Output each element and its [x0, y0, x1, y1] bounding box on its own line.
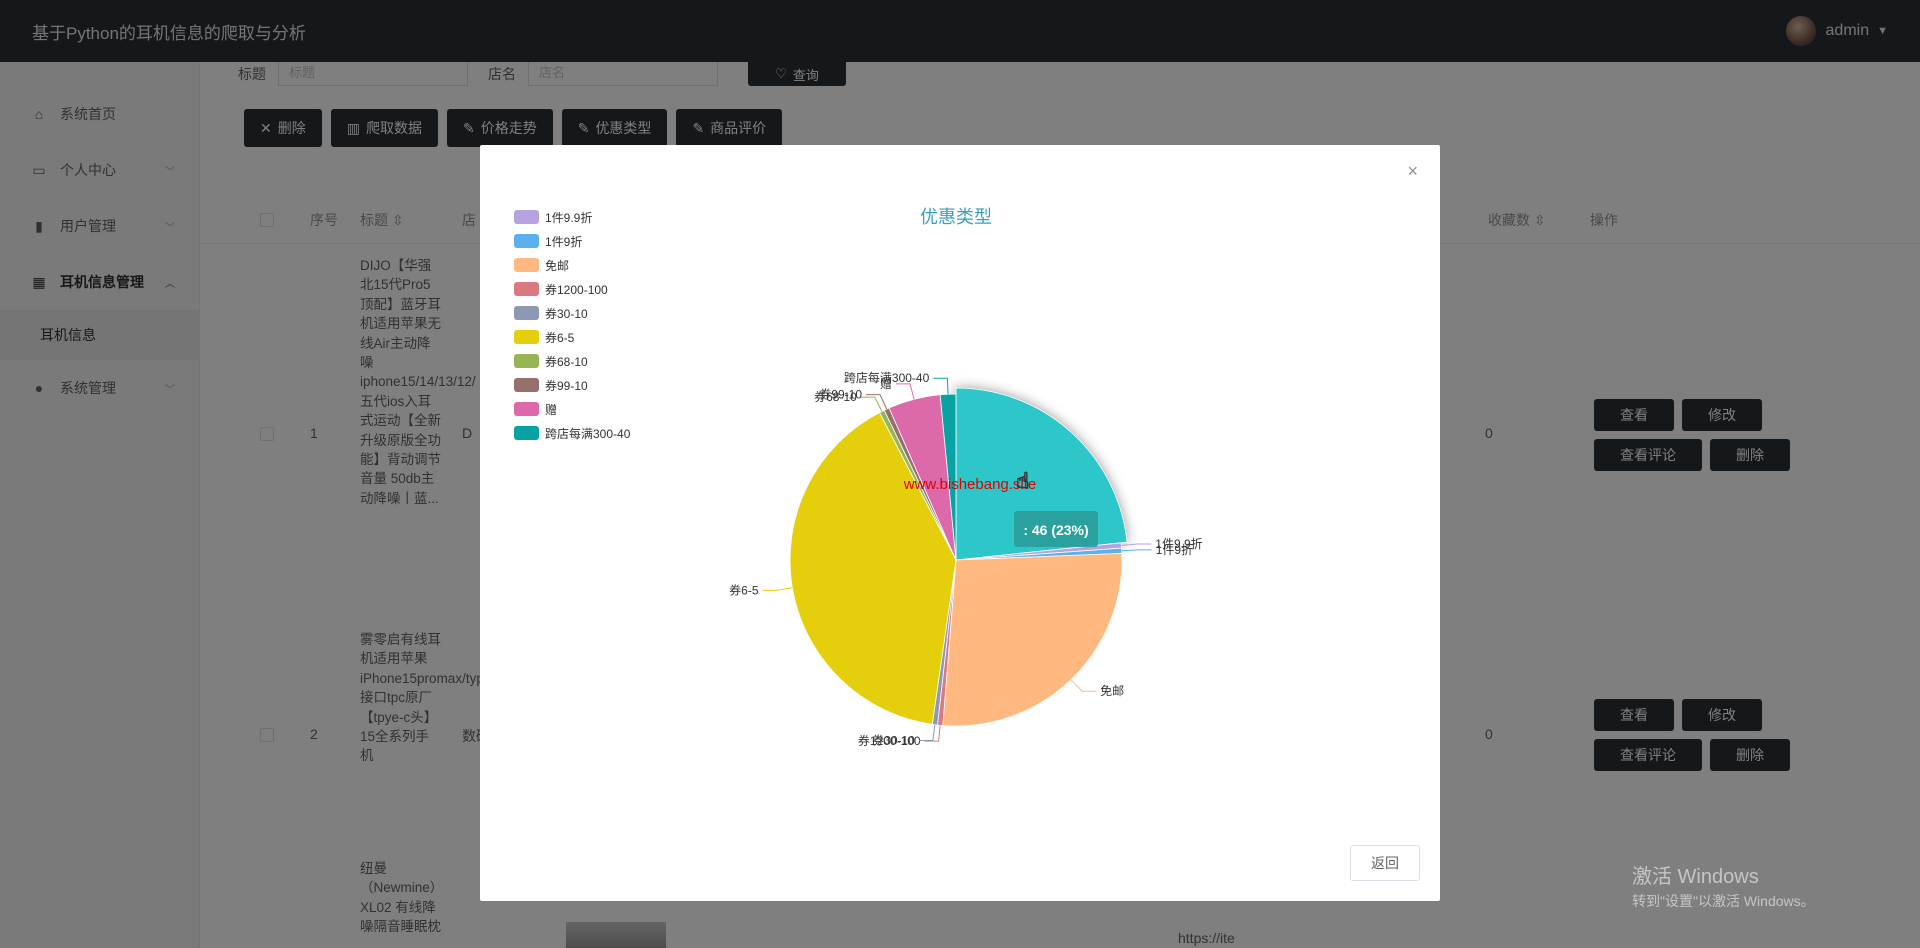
chart-title: 优惠类型 — [920, 207, 992, 227]
pie-label: 1件9折 — [1156, 542, 1193, 557]
pie-label-line — [924, 725, 941, 742]
discount-type-dialog: × 1件9.9折 1件9折 免邮 券1200-100 券30-10 券6-5 券68-10 券… — [480, 145, 1440, 901]
pie-label-line — [933, 377, 949, 395]
pie-label-line — [762, 587, 793, 591]
pie-label-line — [1070, 679, 1097, 692]
tooltip-text: : 46 (23%) — [1023, 522, 1088, 538]
watermark-line-2: 转到"设置"以激活 Windows。 — [1632, 893, 1815, 909]
pie-label: 免邮 — [1100, 683, 1124, 698]
hand-cursor-icon: ☝ — [1016, 468, 1029, 493]
pie-label-line — [860, 396, 883, 412]
pie-label-line — [896, 383, 915, 400]
pie-label: 券6-5 — [729, 582, 759, 597]
pie-label-line — [1121, 543, 1152, 546]
pie-label: 券99-10 — [819, 387, 862, 402]
pie-label-line — [1121, 549, 1152, 552]
pie-label-line — [918, 724, 936, 742]
pie-label: 跨店每满300-40 — [844, 370, 930, 385]
pie-slice[interactable] — [942, 552, 1123, 727]
pie-slices — [789, 387, 1128, 727]
windows-activation-watermark: 激活 Windows 转到"设置"以激活 Windows。 — [1632, 860, 1815, 911]
pie-label: 券30-10 — [872, 733, 915, 748]
pie-chart: 优惠类型 1件9.9折1件9折免邮券1200-100券30-10券6-5券68-… — [729, 207, 1202, 748]
watermark-line-1: 激活 Windows — [1632, 866, 1759, 888]
return-button[interactable]: 返回 — [1350, 845, 1420, 881]
